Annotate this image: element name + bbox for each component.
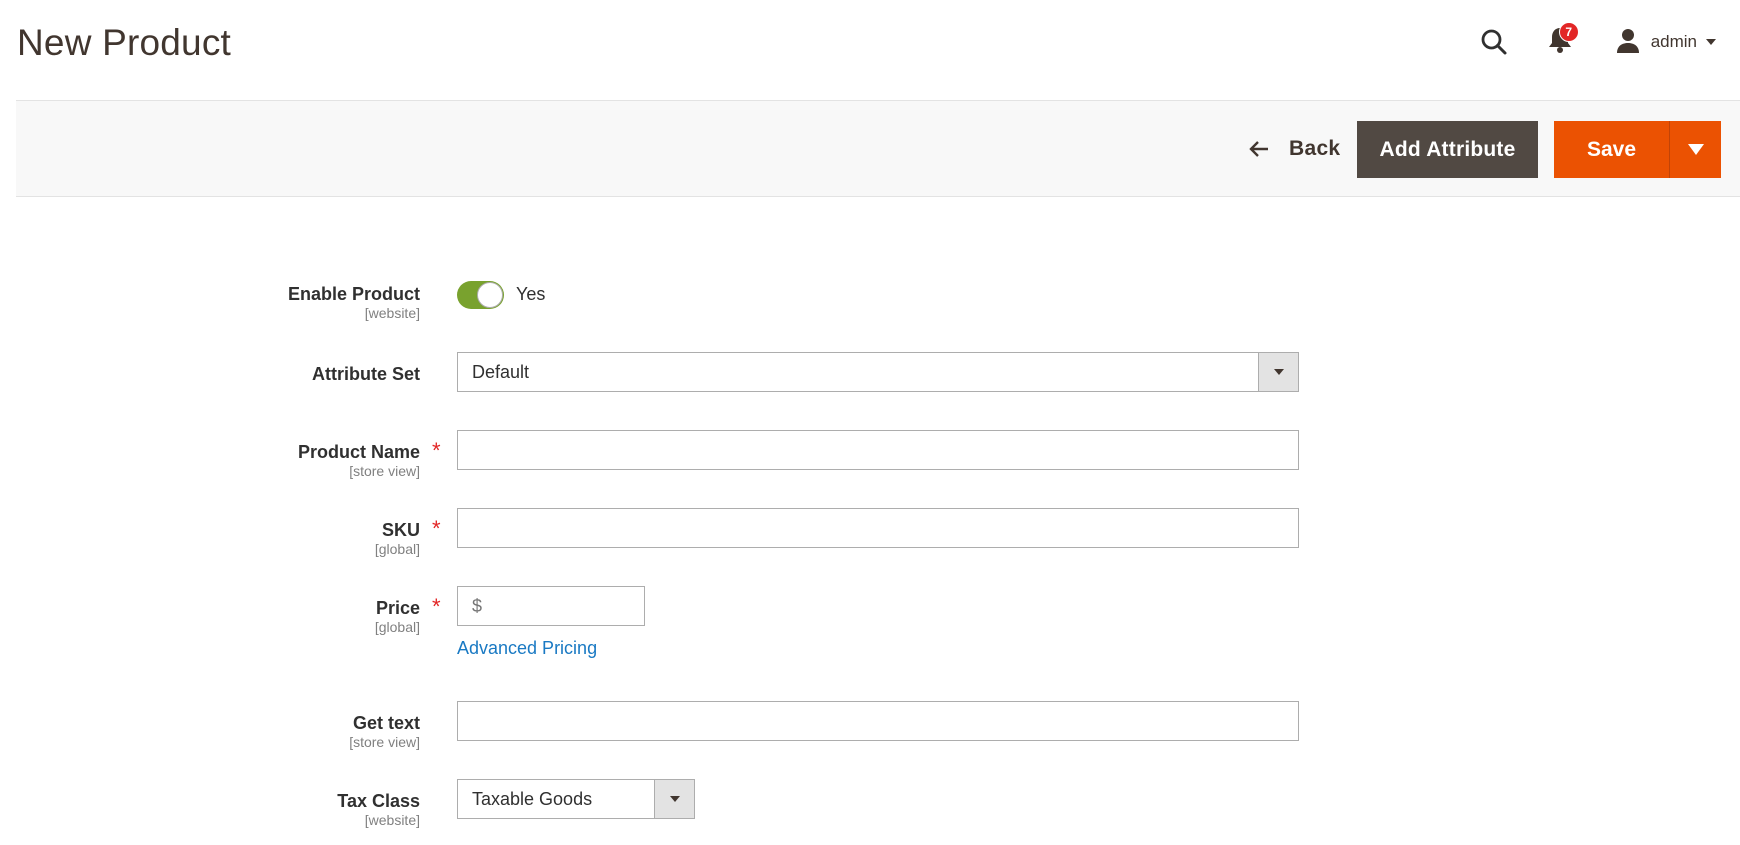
save-options-toggle[interactable]	[1669, 121, 1721, 178]
label-text: Tax Class	[337, 791, 420, 811]
scope-text: [global]	[374, 541, 420, 557]
label-text: Price	[375, 598, 420, 618]
product-name-label: Product Name [store view]	[298, 441, 420, 479]
attribute-set-select[interactable]: Default	[457, 352, 1299, 392]
enable-product-label: Enable Product [website]	[288, 283, 420, 321]
caret-down-icon	[1273, 369, 1284, 375]
user-menu[interactable]: admin	[1615, 27, 1716, 58]
scope-text: [store view]	[349, 734, 420, 750]
tax-class-select[interactable]: Taxable Goods	[457, 779, 695, 819]
required-marker: *	[432, 516, 441, 541]
tax-class-dropdown-button[interactable]	[654, 780, 694, 818]
get-text-input[interactable]	[457, 701, 1299, 741]
caret-down-icon	[669, 796, 680, 802]
toggle-knob	[477, 282, 503, 308]
page-actions-bar: Back Add Attribute Save	[16, 100, 1740, 197]
arrow-left-icon	[1249, 140, 1269, 158]
save-button[interactable]: Save	[1554, 121, 1669, 178]
user-name: admin	[1650, 32, 1697, 51]
chevron-down-icon	[1706, 39, 1716, 45]
sku-label: SKU [global]	[375, 519, 420, 557]
tax-class-value: Taxable Goods	[472, 788, 593, 809]
tax-class-label: Tax Class [website]	[337, 790, 420, 828]
add-attribute-button[interactable]: Add Attribute	[1357, 121, 1538, 178]
label-text: Get text	[352, 713, 420, 733]
back-button[interactable]: Back	[1249, 121, 1340, 177]
label-text: SKU	[381, 520, 420, 540]
enable-product-value: Yes	[516, 284, 546, 304]
scope-text: [store view]	[349, 463, 420, 479]
scope-text: [global]	[374, 619, 420, 635]
attribute-set-value: Default	[472, 361, 530, 382]
enable-product-toggle[interactable]	[457, 281, 504, 309]
save-split-button: Save	[1554, 121, 1721, 178]
user-icon	[1615, 27, 1641, 58]
header-actions: 7 admin	[1477, 22, 1716, 62]
product-name-input[interactable]	[457, 430, 1299, 470]
notification-count-badge: 7	[1558, 22, 1579, 42]
advanced-pricing-link[interactable]: Advanced Pricing	[457, 638, 597, 659]
label-text: Attribute Set	[312, 364, 420, 384]
price-label: Price [global]	[375, 597, 420, 635]
notifications-button[interactable]: 7	[1545, 22, 1579, 59]
required-marker: *	[432, 594, 441, 619]
page-title: New Product	[17, 22, 232, 63]
label-text: Product Name	[297, 442, 420, 462]
label-text: Enable Product	[287, 284, 420, 304]
caret-down-icon	[1687, 144, 1704, 155]
sku-input[interactable]	[457, 508, 1299, 548]
search-icon[interactable]	[1477, 25, 1511, 59]
attribute-set-dropdown-button[interactable]	[1258, 353, 1298, 391]
back-label: Back	[1289, 137, 1341, 160]
attribute-set-label: Attribute Set	[312, 363, 420, 385]
get-text-label: Get text [store view]	[349, 712, 420, 750]
scope-text: [website]	[364, 812, 420, 828]
required-marker: *	[432, 438, 441, 463]
price-input[interactable]	[457, 586, 645, 626]
scope-text: [website]	[364, 305, 420, 321]
